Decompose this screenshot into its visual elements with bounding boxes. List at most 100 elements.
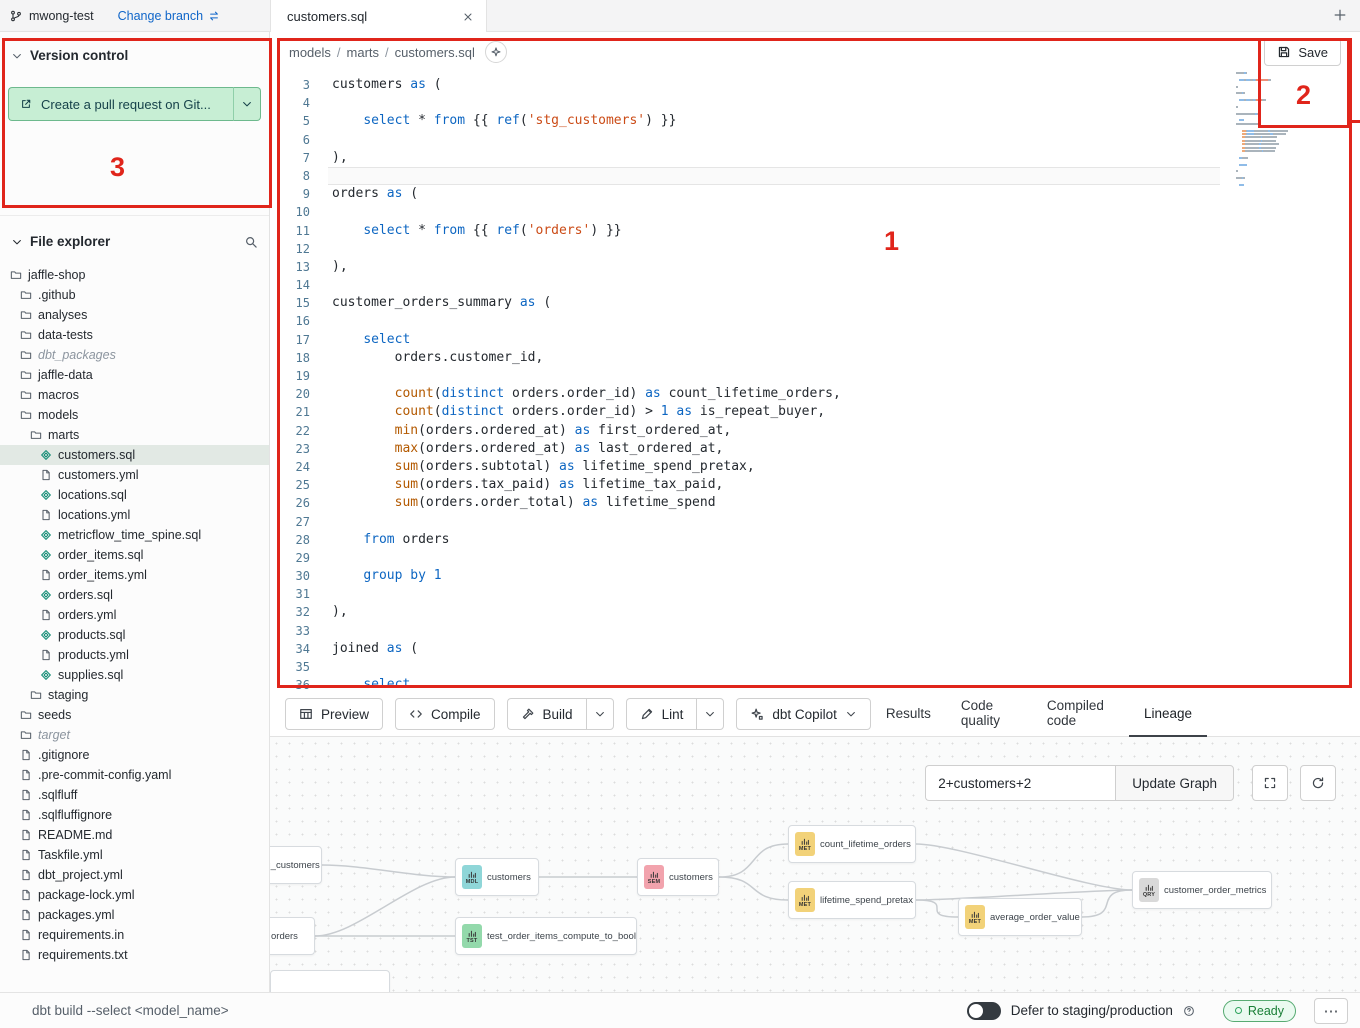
tree-item-order_items.sql[interactable]: order_items.sql [0, 545, 269, 565]
save-button[interactable]: Save [1264, 38, 1341, 66]
code-line[interactable]: 12 [270, 240, 1360, 258]
dbt-copilot-button[interactable]: dbt Copilot [736, 698, 871, 730]
tree-item-requirements.txt[interactable]: requirements.txt [0, 945, 269, 965]
code-line[interactable]: 36 select [270, 676, 1360, 692]
tree-item-order_items.yml[interactable]: order_items.yml [0, 565, 269, 585]
code-line[interactable]: 10 [270, 203, 1360, 221]
minimap[interactable] [1236, 72, 1318, 187]
tree-item-orders.yml[interactable]: orders.yml [0, 605, 269, 625]
tree-item-package-lock.yml[interactable]: package-lock.yml [0, 885, 269, 905]
code-line[interactable]: 3customers as ( [270, 76, 1360, 94]
create-pr-dropdown-button[interactable] [233, 87, 261, 121]
code-line[interactable]: 23 max(orders.ordered_at) as last_ordere… [270, 440, 1360, 458]
build-dropdown-button[interactable] [586, 698, 614, 730]
code-line[interactable]: 17 select [270, 331, 1360, 349]
tree-item-Taskfile.yml[interactable]: Taskfile.yml [0, 845, 269, 865]
tree-item-.github[interactable]: .github [0, 285, 269, 305]
code-line[interactable]: 24 sum(orders.subtotal) as lifetime_spen… [270, 458, 1360, 476]
code-line[interactable]: 9orders as ( [270, 185, 1360, 203]
tree-item-target[interactable]: target [0, 725, 269, 745]
tree-item-locations.yml[interactable]: locations.yml [0, 505, 269, 525]
tree-item-.gitignore[interactable]: .gitignore [0, 745, 269, 765]
tree-item-staging[interactable]: staging [0, 685, 269, 705]
tab-code-quality[interactable]: Code quality [946, 692, 1032, 737]
code-line[interactable]: 20 count(distinct orders.order_id) as co… [270, 385, 1360, 403]
lineage-node-lifetime_spend_pretax[interactable]: METlifetime_spend_pretax [788, 881, 916, 919]
build-button[interactable]: Build [507, 698, 586, 730]
lineage-node-customer_order_metrics[interactable]: QRYcustomer_order_metrics [1132, 871, 1272, 909]
tree-item-.pre-commit-config.yaml[interactable]: .pre-commit-config.yaml [0, 765, 269, 785]
search-icon[interactable] [244, 235, 258, 249]
help-icon[interactable] [1183, 1005, 1195, 1017]
code-line[interactable]: 5 select * from {{ ref('stg_customers') … [270, 112, 1360, 130]
more-options-button[interactable]: ⋯ [1314, 998, 1348, 1024]
tree-item-products.sql[interactable]: products.sql [0, 625, 269, 645]
preview-button[interactable]: Preview [285, 698, 383, 730]
tree-item-.sqlfluff[interactable]: .sqlfluff [0, 785, 269, 805]
tree-item-supplies.sql[interactable]: supplies.sql [0, 665, 269, 685]
close-tab-icon[interactable] [462, 11, 474, 23]
lint-dropdown-button[interactable] [696, 698, 724, 730]
tab-compiled-code[interactable]: Compiled code [1032, 692, 1129, 737]
update-graph-button[interactable]: Update Graph [1115, 765, 1234, 801]
tree-item-macros[interactable]: macros [0, 385, 269, 405]
code-line[interactable]: 33 [270, 622, 1360, 640]
tree-item-dbt_packages[interactable]: dbt_packages [0, 345, 269, 365]
code-line[interactable]: 8 [270, 167, 1360, 185]
code-line[interactable]: 13), [270, 258, 1360, 276]
tree-item-customers.yml[interactable]: customers.yml [0, 465, 269, 485]
lineage-node-average_order_value[interactable]: METaverage_order_value [958, 898, 1082, 936]
tree-item-data-tests[interactable]: data-tests [0, 325, 269, 345]
tree-item-jaffle-data[interactable]: jaffle-data [0, 365, 269, 385]
defer-toggle[interactable] [967, 1002, 1001, 1020]
lint-button[interactable]: Lint [626, 698, 697, 730]
version-control-header[interactable]: Version control [0, 48, 269, 63]
create-pr-button[interactable]: Create a pull request on Git... [8, 87, 233, 121]
file-explorer-header[interactable]: File explorer [0, 234, 269, 249]
code-line[interactable]: 27 [270, 513, 1360, 531]
tree-item-README.md[interactable]: README.md [0, 825, 269, 845]
compile-button[interactable]: Compile [395, 698, 495, 730]
tree-item-locations.sql[interactable]: locations.sql [0, 485, 269, 505]
new-tab-icon[interactable] [1333, 8, 1347, 22]
lineage-selector-input[interactable] [925, 765, 1115, 801]
tree-item-jaffle-shop[interactable]: jaffle-shop [0, 265, 269, 285]
fullscreen-button[interactable] [1252, 765, 1288, 801]
tree-item-marts[interactable]: marts [0, 425, 269, 445]
code-line[interactable]: 19 [270, 367, 1360, 385]
code-line[interactable]: 21 count(distinct orders.order_id) > 1 a… [270, 403, 1360, 421]
tree-item-customers.sql[interactable]: customers.sql [0, 445, 269, 465]
lineage-node-count_lifetime_orders[interactable]: METcount_lifetime_orders [788, 825, 916, 863]
code-line[interactable]: 7), [270, 149, 1360, 167]
code-line[interactable]: 29 [270, 549, 1360, 567]
code-line[interactable]: 31 [270, 585, 1360, 603]
tree-item-products.yml[interactable]: products.yml [0, 645, 269, 665]
tree-item-dbt_project.yml[interactable]: dbt_project.yml [0, 865, 269, 885]
lineage-node-stg_customers[interactable]: MDLstg_customers [270, 846, 322, 884]
lineage-node-customers[interactable]: MDLcustomers [455, 858, 539, 896]
tab-results[interactable]: Results [871, 692, 946, 737]
tree-item-packages.yml[interactable]: packages.yml [0, 905, 269, 925]
code-editor[interactable]: 3customers as (45 select * from {{ ref('… [270, 72, 1360, 692]
lineage-node-customers[interactable]: SEMcustomers [637, 858, 719, 896]
tree-item-metricflow_time_spine.sql[interactable]: metricflow_time_spine.sql [0, 525, 269, 545]
tree-item-requirements.in[interactable]: requirements.in [0, 925, 269, 945]
copilot-badge-button[interactable] [485, 41, 507, 63]
code-line[interactable]: 18 orders.customer_id, [270, 349, 1360, 367]
code-line[interactable]: 14 [270, 276, 1360, 294]
tree-item-orders.sql[interactable]: orders.sql [0, 585, 269, 605]
tab-lineage[interactable]: Lineage [1129, 692, 1207, 737]
tree-item-models[interactable]: models [0, 405, 269, 425]
code-line[interactable]: 6 [270, 131, 1360, 149]
code-line[interactable]: 22 min(orders.ordered_at) as first_order… [270, 422, 1360, 440]
lineage-node-test_order_items_compute_to_bools...[interactable]: TSTtest_order_items_compute_to_bools... [455, 917, 637, 955]
lineage-node-orders[interactable]: MDLorders [270, 917, 315, 955]
code-line[interactable]: 25 sum(orders.tax_paid) as lifetime_tax_… [270, 476, 1360, 494]
ready-status-badge[interactable]: Ready [1223, 1000, 1296, 1022]
lineage-node-partial[interactable] [270, 970, 390, 992]
code-line[interactable]: 16 [270, 312, 1360, 330]
code-line[interactable]: 30 group by 1 [270, 567, 1360, 585]
refresh-graph-button[interactable] [1300, 765, 1336, 801]
code-line[interactable]: 28 from orders [270, 531, 1360, 549]
tree-item-seeds[interactable]: seeds [0, 705, 269, 725]
